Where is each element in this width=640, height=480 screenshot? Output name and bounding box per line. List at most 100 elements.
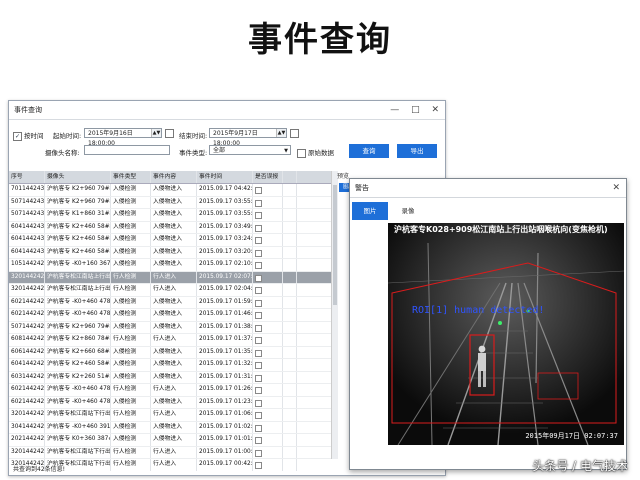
cell-false-alarm[interactable] [253,271,283,283]
scrollbar-thumb[interactable] [333,185,337,305]
table-row[interactable]: 6031442424719041沪杭客专 K2+260 51#杆杭向入侵检测入侵… [9,371,331,384]
start-time-toggle[interactable] [165,129,174,138]
cell-false-alarm[interactable] [253,334,283,346]
cell-event-type: 行人检测 [111,446,151,458]
cell-false-alarm[interactable] [253,184,283,196]
end-time-toggle[interactable] [290,129,299,138]
cell-false-alarm[interactable] [253,309,283,321]
maximize-button[interactable]: □ [411,105,420,115]
col-header-false-alarm[interactable]: 是否误报 [253,171,283,183]
false-alarm-checkbox[interactable] [255,324,262,332]
col-header-event-time[interactable]: 事件时间 [197,171,253,183]
table-row[interactable]: 6081442425039259沪杭客专 K2+860 78#杆杭向行人检测行人… [9,334,331,347]
false-alarm-checkbox[interactable] [255,199,262,207]
table-row[interactable]: 3201442422417960沪杭客专松江南站下行出站咽喉行人检测行人进入20… [9,409,331,422]
table-row[interactable]: 5071442433305601沪杭客专 K1+860 31#杆杭向入侵检测入侵… [9,209,331,222]
table-row[interactable]: 5071442433340435沪杭客专 K2+960 79#杆杭向入侵检测入侵… [9,196,331,209]
minimize-button[interactable]: — [390,105,399,115]
raw-data-checkbox[interactable]: 原始数据 [297,147,334,158]
cell-event-content: 入侵物进入 [151,184,197,196]
table-row[interactable]: 3041442422946557沪杭客专 -K0+460 391#杆杭向入侵检测… [9,421,331,434]
table-row[interactable]: 6061442424922924沪杭客专 K2+660 68#杆杭向入侵检测入侵… [9,346,331,359]
table-scrollbar[interactable] [331,171,338,459]
table-row[interactable]: 6041442432994481沪杭客专 K2+460 58#杆杭向入侵检测入侵… [9,221,331,234]
start-time-picker[interactable]: 2015年9月16日 18:00:00 ▲▼ [84,128,162,147]
table-row[interactable]: 1051442427035793沪杭客专 -K0+160 367#杆杭向入侵检测… [9,259,331,272]
table-row[interactable]: 6041442431467829沪杭客专 K2+460 58#杆杭向入侵检测入侵… [9,234,331,247]
false-alarm-checkbox[interactable] [255,362,262,369]
cell-false-alarm[interactable] [253,384,283,396]
col-header-event-type[interactable]: 事件类型 [111,171,151,183]
cell-false-alarm[interactable] [253,246,283,258]
cell-false-alarm[interactable] [253,346,283,358]
spin-arrows-icon[interactable]: ▲▼ [151,129,161,137]
false-alarm-checkbox[interactable] [255,349,262,357]
table-row[interactable]: 5071442425108958沪杭客专 K2+960 79#杆杭向入侵检测入侵… [9,321,331,334]
table-row[interactable]: 3201442426870188沪杭客专松江南站上行出站咽喉行人检测行人进入20… [9,271,331,284]
cell-false-alarm[interactable] [253,434,283,446]
false-alarm-checkbox[interactable] [255,262,262,269]
cell-false-alarm[interactable] [253,459,283,471]
cell-false-alarm[interactable] [253,371,283,383]
tab-video[interactable]: 录像 [390,202,426,220]
event-type-select[interactable]: 全部 ▼ [209,145,291,155]
cell-camera: 沪杭客专 K2+460 58#杆杭向 [45,359,111,371]
false-alarm-checkbox[interactable] [255,399,262,407]
table-row[interactable]: 6041442431279248沪杭客专 K2+460 58#杆杭向入侵检测入侵… [9,246,331,259]
spin-arrows-icon[interactable]: ▲▼ [276,129,286,137]
col-header-camera[interactable]: 摄像头 [45,171,111,183]
false-alarm-checkbox[interactable] [255,312,262,319]
table-row[interactable]: 6021442424398003沪杭客专 -K0+460 478#杆杭向行人检测… [9,384,331,397]
cell-false-alarm[interactable] [253,196,283,208]
cell-false-alarm[interactable] [253,409,283,421]
cell-false-alarm[interactable] [253,209,283,221]
false-alarm-checkbox[interactable] [255,274,262,282]
false-alarm-checkbox[interactable] [255,299,262,307]
cell-false-alarm[interactable] [253,446,283,458]
false-alarm-checkbox[interactable] [255,424,262,432]
table-row[interactable]: 6041442424762913沪杭客专 K2+460 58#杆杭向入侵检测入侵… [9,359,331,372]
false-alarm-checkbox[interactable] [255,287,262,294]
cell-false-alarm[interactable] [253,221,283,233]
false-alarm-checkbox[interactable] [255,237,262,244]
cell-event-time: 2015.09.17 01:46:43 [197,309,253,321]
false-alarm-checkbox[interactable] [255,412,262,419]
cell-false-alarm[interactable] [253,284,283,296]
export-button[interactable]: 导出 [397,144,437,158]
table-row[interactable]: 6021442425603803沪杭客专 -K0+460 478#杆杭向入侵检测… [9,309,331,322]
col-header-event-content[interactable]: 事件内容 [151,171,197,183]
false-alarm-checkbox[interactable] [255,387,262,394]
close-button[interactable]: ✕ [431,105,439,115]
false-alarm-checkbox[interactable] [255,224,262,232]
false-alarm-checkbox[interactable] [255,187,262,194]
cell-event-time: 2015.09.17 01:32:42 [197,359,253,371]
camera-name-input[interactable] [84,145,170,155]
cell-camera: 沪杭客专 -K0+460 478#杆杭向 [45,309,111,321]
cell-false-alarm[interactable] [253,321,283,333]
table-row[interactable]: 3201442426654688沪杭客专松江南站上行出站咽喉行人检测行人进入20… [9,284,331,297]
false-alarm-checkbox[interactable] [255,249,262,257]
false-alarm-checkbox[interactable] [255,374,262,382]
col-header-id[interactable]: 序号 [9,171,45,183]
false-alarm-checkbox[interactable] [255,462,262,469]
query-button[interactable]: 查询 [349,144,389,158]
cell-false-alarm[interactable] [253,359,283,371]
table-row[interactable]: 6021442426370512沪杭客专 -K0+460 478#杆杭向入侵检测… [9,296,331,309]
end-time-picker[interactable]: 2015年9月17日 18:00:00 ▲▼ [209,128,287,147]
table-row[interactable]: 3201442422420031沪杭客专松江南站下行出站咽喉行人检测行人进入20… [9,446,331,459]
cell-false-alarm[interactable] [253,296,283,308]
table-row[interactable]: 6021442422982908沪杭客专 -K0+460 478#杆杭向入侵检测… [9,396,331,409]
false-alarm-checkbox[interactable] [255,449,262,457]
cell-false-alarm[interactable] [253,396,283,408]
alarm-close-button[interactable]: ✕ [612,179,620,197]
false-alarm-checkbox[interactable] [255,337,262,344]
by-time-checkbox[interactable]: ✓ 按时间 [13,130,44,141]
cell-false-alarm[interactable] [253,234,283,246]
false-alarm-checkbox[interactable] [255,437,262,444]
false-alarm-checkbox[interactable] [255,212,262,219]
tab-image[interactable]: 图片 [352,202,388,220]
table-row[interactable]: 2021442422888483沪杭客专 K0+360 387#杆杭向入侵检测入… [9,434,331,447]
cell-false-alarm[interactable] [253,421,283,433]
table-row[interactable]: 7011442436147171沪杭客专 K2+960 79#杆杭向入侵检测入侵… [9,184,331,197]
cell-false-alarm[interactable] [253,259,283,271]
